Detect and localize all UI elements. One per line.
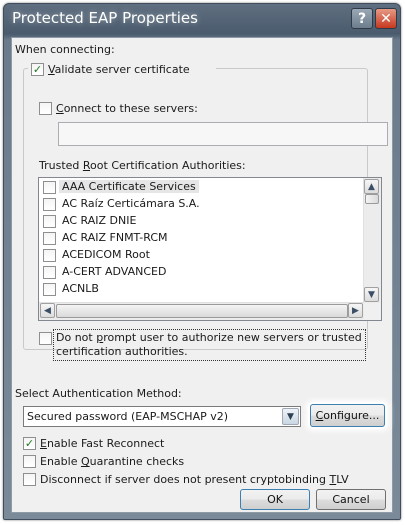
list-item[interactable]: AC RAIZ DNIE bbox=[43, 213, 363, 230]
connect-servers-option[interactable]: Connect to these servers: bbox=[38, 100, 228, 118]
close-icon: ✕ bbox=[380, 10, 392, 27]
configure-button[interactable]: Configure... bbox=[310, 404, 385, 427]
cryptobinding-option[interactable]: Disconnect if server does not present cr… bbox=[23, 472, 383, 489]
authority-checkbox[interactable] bbox=[43, 266, 56, 279]
servers-input[interactable] bbox=[58, 122, 388, 146]
auth-method-label: Select Authentication Method: bbox=[15, 387, 182, 400]
dropdown-arrow[interactable]: ▼ bbox=[282, 408, 299, 425]
authority-checkbox[interactable] bbox=[43, 215, 56, 228]
horizontal-scroll-thumb[interactable] bbox=[56, 304, 348, 318]
authority-checkbox[interactable] bbox=[43, 249, 56, 262]
validate-cert-checkbox[interactable]: ✓ bbox=[31, 63, 44, 76]
quarantine-label: Enable Quarantine checks bbox=[40, 455, 185, 468]
when-connecting-label: When connecting: bbox=[15, 43, 115, 56]
authority-name: ACEDICOM Root bbox=[62, 248, 150, 261]
dialog-client-area: When connecting: ✓ Validate server certi… bbox=[11, 37, 393, 513]
window-title: Protected EAP Properties bbox=[12, 9, 198, 27]
validate-cert-option[interactable]: ✓ Validate server certificate bbox=[28, 61, 216, 79]
horizontal-scrollbar[interactable]: ◀ ▶ bbox=[39, 302, 364, 320]
auth-method-value: Secured password (EAP-MSCHAP v2) bbox=[27, 410, 229, 423]
scroll-up-button[interactable]: ▲ bbox=[364, 179, 379, 194]
authority-checkbox[interactable] bbox=[43, 283, 56, 296]
dialog-window: Protected EAP Properties ? ✕ When connec… bbox=[3, 3, 401, 520]
quarantine-checkbox[interactable] bbox=[23, 455, 36, 468]
help-button[interactable]: ? bbox=[351, 8, 373, 29]
authority-name: AC RAIZ DNIE bbox=[62, 214, 137, 227]
auth-method-select[interactable]: Secured password (EAP-MSCHAP v2) ▼ bbox=[23, 406, 301, 427]
list-item[interactable]: AC Raíz Certicámara S.A. bbox=[43, 196, 363, 213]
authority-name: AC Raíz Certicámara S.A. bbox=[62, 197, 200, 210]
no-prompt-label-line1: Do not prompt user to authorize new serv… bbox=[56, 331, 362, 344]
close-button[interactable]: ✕ bbox=[375, 8, 397, 29]
vertical-scrollbar[interactable]: ▲ ▼ bbox=[363, 178, 381, 303]
fast-reconnect-checkbox[interactable]: ✓ bbox=[23, 437, 36, 450]
list-item[interactable]: A-CERT ADVANCED bbox=[43, 264, 363, 281]
arrow-right-icon: ▶ bbox=[352, 305, 359, 316]
arrow-left-icon: ◀ bbox=[44, 305, 51, 316]
list-item[interactable]: ACEDICOM Root bbox=[43, 247, 363, 264]
quarantine-option[interactable]: Enable Quarantine checks bbox=[23, 454, 243, 471]
ok-button[interactable]: OK bbox=[240, 489, 310, 510]
authority-checkbox[interactable] bbox=[43, 198, 56, 211]
title-bar[interactable]: Protected EAP Properties ? ✕ bbox=[4, 4, 400, 36]
list-item[interactable]: AAA Certificate Services bbox=[43, 179, 363, 196]
validate-cert-label: Validate server certificate bbox=[48, 63, 190, 76]
ok-label: OK bbox=[267, 493, 283, 506]
fast-reconnect-label: Enable Fast Reconnect bbox=[40, 437, 165, 450]
authority-checkbox[interactable] bbox=[43, 181, 56, 194]
authority-name: ACNLB bbox=[62, 282, 99, 295]
no-prompt-option[interactable]: Do not prompt user to authorize new serv… bbox=[38, 328, 368, 362]
arrow-up-icon: ▲ bbox=[368, 181, 375, 192]
no-prompt-checkbox[interactable] bbox=[39, 332, 52, 345]
authority-name: AC RAIZ FNMT-RCM bbox=[62, 231, 168, 244]
cryptobinding-checkbox[interactable] bbox=[23, 473, 36, 486]
scroll-left-button[interactable]: ◀ bbox=[40, 303, 55, 318]
scroll-right-button[interactable]: ▶ bbox=[348, 303, 363, 318]
no-prompt-label-line2: certification authorities. bbox=[56, 345, 188, 358]
scrollbar-corner bbox=[364, 303, 381, 320]
connect-servers-checkbox[interactable] bbox=[39, 102, 52, 115]
fast-reconnect-option[interactable]: ✓ Enable Fast Reconnect bbox=[23, 436, 243, 453]
cryptobinding-label: Disconnect if server does not present cr… bbox=[40, 473, 349, 486]
chevron-down-icon: ▼ bbox=[287, 411, 294, 422]
authority-checkbox[interactable] bbox=[43, 232, 56, 245]
vertical-scroll-thumb[interactable] bbox=[365, 194, 379, 204]
trusted-root-label: Trusted Root Certification Authorities: bbox=[39, 159, 246, 172]
list-item[interactable]: ACNLB bbox=[43, 281, 363, 298]
help-icon: ? bbox=[357, 10, 367, 27]
arrow-down-icon: ▼ bbox=[368, 289, 375, 300]
check-icon: ✓ bbox=[32, 63, 43, 76]
connect-servers-label: Connect to these servers: bbox=[56, 102, 198, 115]
list-item[interactable]: AC RAIZ FNMT-RCM bbox=[43, 230, 363, 247]
cancel-label: Cancel bbox=[332, 493, 370, 506]
check-icon: ✓ bbox=[24, 437, 35, 450]
cancel-button[interactable]: Cancel bbox=[316, 489, 386, 510]
authority-name: AAA Certificate Services bbox=[59, 180, 199, 193]
scroll-down-button[interactable]: ▼ bbox=[364, 287, 379, 302]
authority-name: A-CERT ADVANCED bbox=[62, 265, 167, 278]
configure-label: Configure... bbox=[315, 409, 380, 422]
trusted-root-list[interactable]: AAA Certificate Services AC Raíz Certicám… bbox=[38, 177, 382, 321]
